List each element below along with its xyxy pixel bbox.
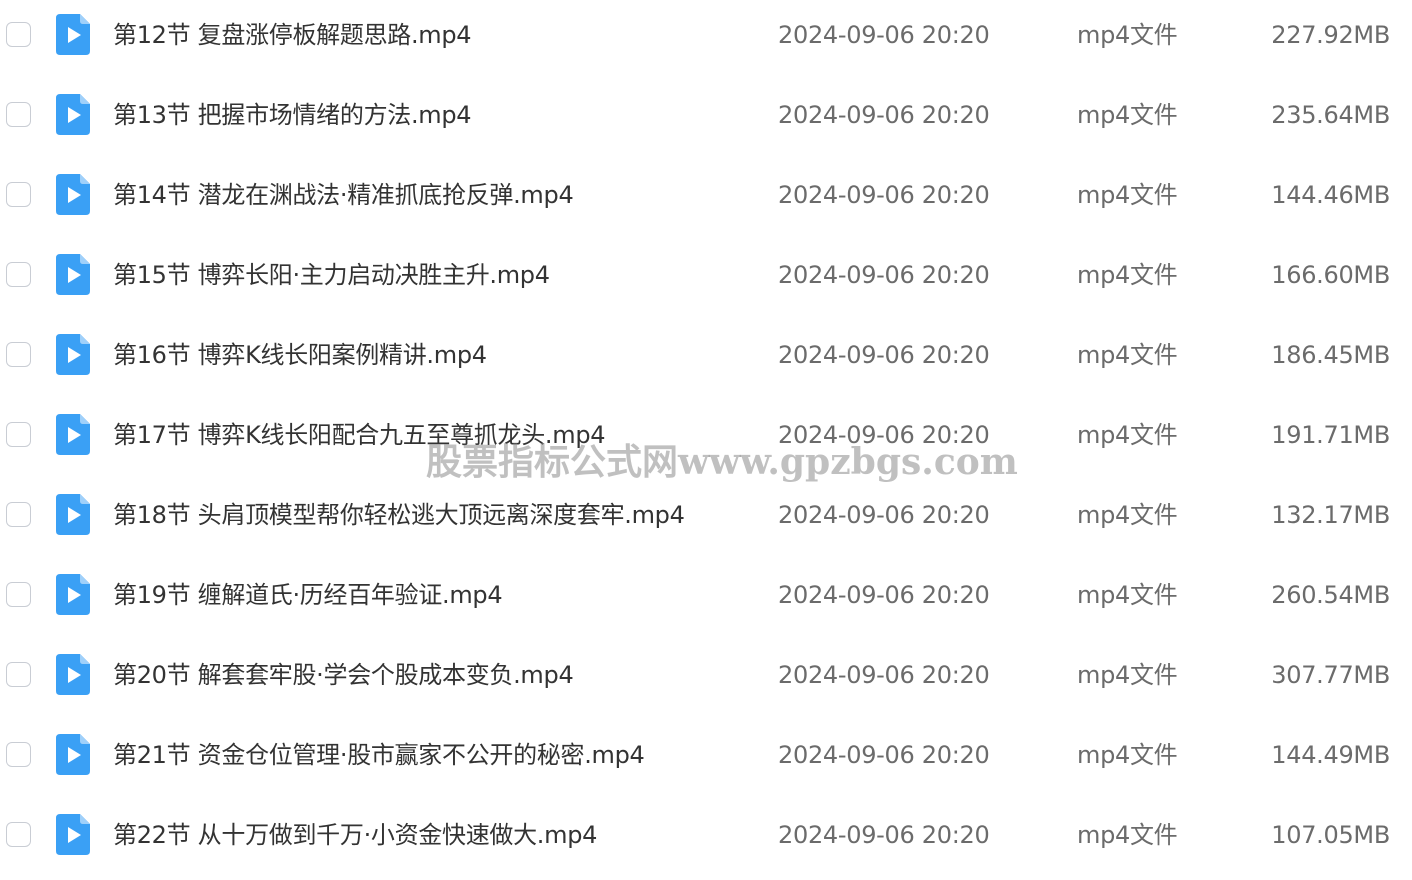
row-checkbox[interactable]	[6, 182, 31, 207]
video-file-icon	[56, 734, 90, 775]
row-checkbox[interactable]	[6, 742, 31, 767]
video-file-icon	[56, 174, 90, 215]
file-date: 2024-09-06 20:20	[778, 341, 990, 369]
file-name[interactable]: 第18节 头肩顶模型帮你轻松逃大顶远离深度套牢.mp4	[113, 480, 685, 550]
file-size: 186.45MB	[1271, 341, 1390, 369]
file-date: 2024-09-06 20:20	[778, 21, 990, 49]
file-type: mp4文件	[1077, 341, 1178, 369]
file-date: 2024-09-06 20:20	[778, 661, 990, 689]
file-type: mp4文件	[1077, 101, 1178, 129]
video-file-icon	[56, 814, 90, 855]
file-name[interactable]: 第12节 复盘涨停板解题思路.mp4	[113, 0, 472, 70]
video-file-icon	[56, 494, 90, 535]
row-checkbox[interactable]	[6, 262, 31, 287]
file-size: 227.92MB	[1271, 21, 1390, 49]
file-date: 2024-09-06 20:20	[778, 261, 990, 289]
file-name[interactable]: 第16节 博弈K线长阳案例精讲.mp4	[113, 320, 487, 390]
video-file-icon	[56, 654, 90, 695]
file-name[interactable]: 第20节 解套套牢股·学会个股成本变负.mp4	[113, 640, 574, 710]
file-type: mp4文件	[1077, 421, 1178, 449]
file-size: 260.54MB	[1271, 581, 1390, 609]
row-checkbox[interactable]	[6, 22, 31, 47]
row-checkbox[interactable]	[6, 102, 31, 127]
file-row[interactable]: 第22节 从十万做到千万·小资金快速做大.mp4 2024-09-06 20:2…	[0, 800, 1412, 880]
file-size: 144.49MB	[1271, 741, 1390, 769]
file-row[interactable]: 第14节 潜龙在渊战法·精准抓底抢反弹.mp4 2024-09-06 20:20…	[0, 160, 1412, 240]
file-size: 132.17MB	[1271, 501, 1390, 529]
file-name[interactable]: 第13节 把握市场情绪的方法.mp4	[113, 80, 472, 150]
file-date: 2024-09-06 20:20	[778, 421, 990, 449]
video-file-icon	[56, 94, 90, 135]
video-file-icon	[56, 14, 90, 55]
video-file-icon	[56, 254, 90, 295]
file-name[interactable]: 第14节 潜龙在渊战法·精准抓底抢反弹.mp4	[113, 160, 574, 230]
file-date: 2024-09-06 20:20	[778, 581, 990, 609]
file-type: mp4文件	[1077, 21, 1178, 49]
file-name[interactable]: 第17节 博弈K线长阳配合九五至尊抓龙头.mp4	[113, 400, 606, 470]
file-name[interactable]: 第15节 博弈长阳·主力启动决胜主升.mp4	[113, 240, 550, 310]
file-row[interactable]: 第19节 缠解道氏·历经百年验证.mp4 2024-09-06 20:20 mp…	[0, 560, 1412, 640]
file-type: mp4文件	[1077, 821, 1178, 849]
row-checkbox[interactable]	[6, 502, 31, 527]
row-checkbox[interactable]	[6, 342, 31, 367]
row-checkbox[interactable]	[6, 822, 31, 847]
row-checkbox[interactable]	[6, 662, 31, 687]
file-row[interactable]: 第13节 把握市场情绪的方法.mp4 2024-09-06 20:20 mp4文…	[0, 80, 1412, 160]
file-type: mp4文件	[1077, 501, 1178, 529]
file-date: 2024-09-06 20:20	[778, 501, 990, 529]
file-row[interactable]: 第16节 博弈K线长阳案例精讲.mp4 2024-09-06 20:20 mp4…	[0, 320, 1412, 400]
file-name[interactable]: 第21节 资金仓位管理·股市赢家不公开的秘密.mp4	[113, 720, 645, 790]
video-file-icon	[56, 334, 90, 375]
file-date: 2024-09-06 20:20	[778, 821, 990, 849]
row-checkbox[interactable]	[6, 582, 31, 607]
file-size: 144.46MB	[1271, 181, 1390, 209]
file-row[interactable]: 第20节 解套套牢股·学会个股成本变负.mp4 2024-09-06 20:20…	[0, 640, 1412, 720]
file-name[interactable]: 第19节 缠解道氏·历经百年验证.mp4	[113, 560, 503, 630]
file-row[interactable]: 第18节 头肩顶模型帮你轻松逃大顶远离深度套牢.mp4 2024-09-06 2…	[0, 480, 1412, 560]
file-name[interactable]: 第22节 从十万做到千万·小资金快速做大.mp4	[113, 800, 597, 870]
file-row[interactable]: 第21节 资金仓位管理·股市赢家不公开的秘密.mp4 2024-09-06 20…	[0, 720, 1412, 800]
file-type: mp4文件	[1077, 741, 1178, 769]
file-row[interactable]: 第17节 博弈K线长阳配合九五至尊抓龙头.mp4 2024-09-06 20:2…	[0, 400, 1412, 480]
file-size: 191.71MB	[1271, 421, 1390, 449]
file-date: 2024-09-06 20:20	[778, 741, 990, 769]
file-row[interactable]: 第12节 复盘涨停板解题思路.mp4 2024-09-06 20:20 mp4文…	[0, 0, 1412, 80]
file-size: 107.05MB	[1271, 821, 1390, 849]
file-row[interactable]: 第15节 博弈长阳·主力启动决胜主升.mp4 2024-09-06 20:20 …	[0, 240, 1412, 320]
file-size: 307.77MB	[1271, 661, 1390, 689]
file-list: 第12节 复盘涨停板解题思路.mp4 2024-09-06 20:20 mp4文…	[0, 0, 1412, 863]
row-checkbox[interactable]	[6, 422, 31, 447]
file-size: 235.64MB	[1271, 101, 1390, 129]
video-file-icon	[56, 414, 90, 455]
file-type: mp4文件	[1077, 181, 1178, 209]
file-date: 2024-09-06 20:20	[778, 181, 990, 209]
file-type: mp4文件	[1077, 661, 1178, 689]
file-type: mp4文件	[1077, 261, 1178, 289]
file-date: 2024-09-06 20:20	[778, 101, 990, 129]
file-type: mp4文件	[1077, 581, 1178, 609]
file-size: 166.60MB	[1271, 261, 1390, 289]
video-file-icon	[56, 574, 90, 615]
